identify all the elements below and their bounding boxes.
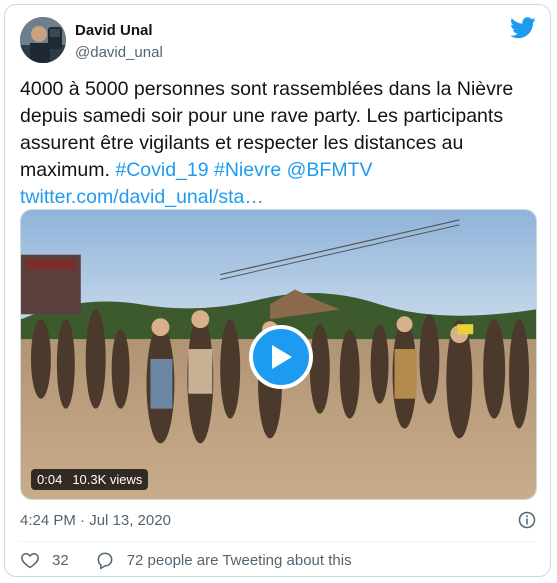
hashtag-covid[interactable]: #Covid_19 [115, 159, 208, 181]
video-views: 10.3K views [72, 472, 143, 487]
heart-icon[interactable] [20, 550, 40, 570]
action-bar: 32 72 people are Tweeting about this [20, 550, 378, 570]
avatar[interactable] [20, 17, 66, 63]
mention-bfmtv[interactable]: @BFMTV [287, 159, 373, 181]
tweet-card[interactable]: David Unal @david_unal 4000 à 5000 perso… [4, 4, 551, 577]
play-button[interactable] [249, 325, 313, 389]
tweeting-count: 72 people are Tweeting about this [126, 551, 352, 569]
divider [20, 541, 535, 542]
comment-bubble-icon[interactable] [95, 550, 115, 570]
video-player[interactable]: 0:04 10.3K views [20, 209, 537, 500]
like-action[interactable]: 32 [20, 550, 69, 570]
author-handle[interactable]: @david_unal [75, 44, 163, 61]
info-icon[interactable] [518, 511, 536, 529]
play-icon [272, 345, 292, 369]
tweet-timestamp[interactable]: 4:24 PM · Jul 13, 2020 [20, 512, 171, 529]
video-stats-badge: 0:04 10.3K views [31, 469, 149, 490]
twitter-bird-icon[interactable] [510, 17, 536, 39]
author-name[interactable]: David Unal [75, 22, 153, 39]
like-count: 32 [52, 551, 69, 569]
tweet-link[interactable]: twitter.com/david_unal/sta… [20, 186, 264, 208]
retweet-info-action[interactable]: 72 people are Tweeting about this [95, 550, 352, 570]
video-duration: 0:04 [37, 472, 63, 487]
hashtag-nievre[interactable]: #Nievre [214, 159, 281, 181]
tweet-text: 4000 à 5000 personnes sont rassemblées d… [20, 76, 540, 211]
